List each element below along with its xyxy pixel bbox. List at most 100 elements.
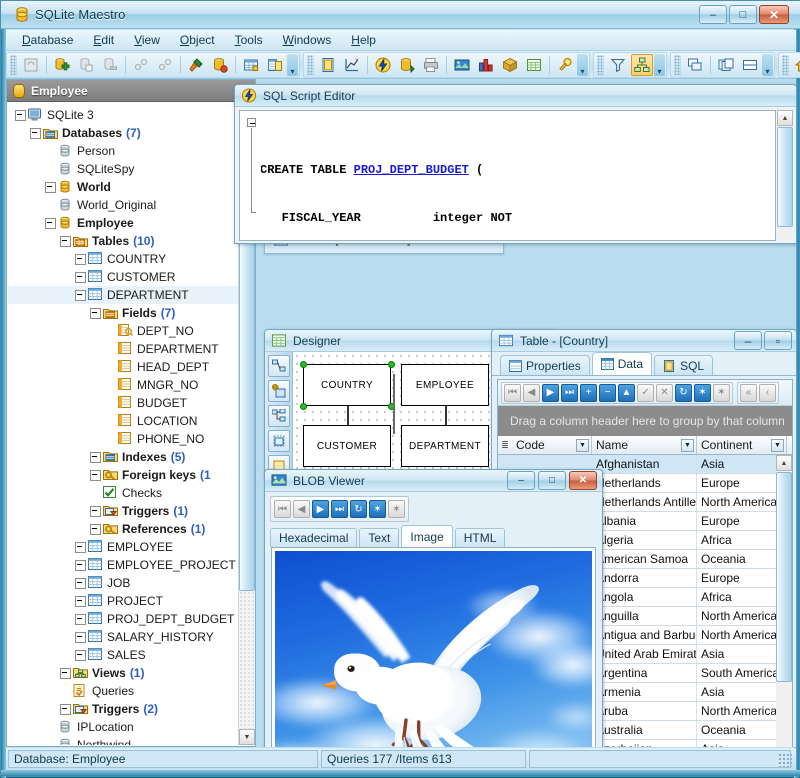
collapse-icon[interactable] (14, 109, 27, 122)
cell-name[interactable]: Azerbaijan (592, 740, 697, 747)
cell-continent[interactable]: Africa (697, 531, 787, 549)
tree-node-department[interactable]: DEPARTMENT (8, 286, 240, 304)
scroll-thumb[interactable] (776, 472, 792, 682)
tree-node-queries[interactable]: Queries (8, 682, 240, 700)
expand-icon[interactable] (44, 181, 57, 194)
tab-hexadecimal[interactable]: Hexadecimal (270, 528, 358, 547)
table-window-title-bar[interactable]: Table - [Country] – ▫ (492, 330, 796, 352)
toolbar-grip[interactable] (674, 54, 681, 75)
link-tool-icon[interactable] (267, 405, 290, 427)
tree-node-location[interactable]: LOCATION (8, 412, 240, 430)
cell-name[interactable]: Netherlands Antilles (592, 493, 697, 511)
tab-html[interactable]: HTML (454, 528, 506, 547)
grid-vertical-scrollbar[interactable]: ▲ ▼ (776, 455, 792, 747)
expand-icon[interactable] (89, 469, 102, 482)
tree-node-fields[interactable]: Fields (7) (8, 304, 240, 322)
column-filter-dropdown-icon[interactable]: ▼ (771, 439, 784, 452)
cell-name[interactable]: Afghanistan (592, 455, 697, 473)
insert-record-button[interactable]: + (580, 383, 597, 402)
column-header-name[interactable]: Name ▼ (592, 436, 697, 454)
data-import-icon[interactable] (396, 54, 418, 76)
print-icon[interactable] (420, 54, 442, 76)
security-manager-icon[interactable] (554, 54, 576, 76)
cell-continent[interactable]: South America (697, 664, 787, 682)
tree-node-proj-dept-budget[interactable]: PROJ_DEPT_BUDGET (8, 610, 240, 628)
expand-icon[interactable] (89, 451, 102, 464)
cell-name[interactable]: Andorra (592, 569, 697, 587)
cell-name[interactable]: Angola (592, 588, 697, 606)
tab-data[interactable]: Data (591, 352, 653, 375)
tree-node-iplocation[interactable]: IPLocation (8, 718, 240, 736)
sql-editor-title-bar[interactable]: SQL Script Editor (235, 85, 796, 107)
column-header-continent[interactable]: Continent ▼ (697, 436, 787, 454)
tree-node-triggers[interactable]: Triggers (2) (8, 700, 240, 718)
expand-icon[interactable] (74, 631, 87, 644)
disconnect-icon[interactable] (154, 54, 176, 76)
blob-viewer-window[interactable]: BLOB Viewer – □ ✕ ⏮ ◀ ▶ ⏭ ↻ ✶ ✶ Hexadecimal (264, 469, 603, 747)
diagram-box-country[interactable]: COUNTRY (303, 364, 391, 406)
cell-continent[interactable]: Europe (697, 512, 787, 530)
tab-properties[interactable]: Properties (500, 355, 590, 375)
reload-blob-button[interactable]: ↻ (350, 500, 367, 518)
group-by-box[interactable]: Drag a column header here to group by th… (498, 406, 792, 436)
tile-horizontal-icon[interactable] (739, 54, 761, 76)
cell-continent[interactable]: Asia (697, 645, 787, 663)
tile-windows-icon[interactable] (715, 54, 737, 76)
post-edit-button[interactable]: ✓ (637, 383, 654, 402)
menu-view[interactable]: View (124, 30, 170, 50)
cell-continent[interactable]: Asia (697, 455, 787, 473)
cell-continent[interactable]: Oceania (697, 550, 787, 568)
refresh-icon[interactable] (20, 54, 42, 76)
table-minimize-button[interactable]: – (734, 331, 762, 350)
cell-continent[interactable]: Europe (697, 474, 787, 492)
menu-help[interactable]: Help (341, 30, 386, 50)
cell-name[interactable]: Armenia (592, 683, 697, 701)
blob-minimize-button[interactable]: – (507, 471, 535, 490)
load-blob-button[interactable]: ✶ (369, 500, 386, 518)
expand-icon[interactable] (74, 253, 87, 266)
tree-node-project[interactable]: PROJECT (8, 592, 240, 610)
maximize-button[interactable]: □ (729, 5, 757, 24)
collapse-icon[interactable] (74, 289, 87, 302)
tree-node-sqlitespy[interactable]: SQLiteSpy (8, 160, 240, 178)
tree-node-head-dept[interactable]: HEAD_DEPT (8, 358, 240, 376)
scroll-up-arrow[interactable]: ▲ (776, 455, 792, 471)
menu-windows[interactable]: Windows (273, 30, 342, 50)
tree-node-world-original[interactable]: World_Original (8, 196, 240, 214)
toolbar-overflow-button[interactable]: ▾ (762, 53, 773, 76)
column-filter-dropdown-icon[interactable]: ▼ (576, 439, 589, 452)
cell-name[interactable]: Algeria (592, 531, 697, 549)
close-button[interactable]: ✕ (759, 5, 789, 24)
next-record-button[interactable]: ▶ (542, 383, 559, 402)
resize-handle-nw[interactable] (300, 361, 307, 368)
expand-icon[interactable] (74, 595, 87, 608)
cell-continent[interactable]: Asia (697, 740, 787, 747)
resize-grip[interactable] (778, 753, 792, 767)
tree-node-indexes[interactable]: Indexes (5) (8, 448, 240, 466)
resize-handle-sw[interactable] (300, 403, 307, 410)
toolbar-grip[interactable] (597, 54, 604, 75)
tree-node-mngr-no[interactable]: MNGR_NO (8, 376, 240, 394)
tree-node-world[interactable]: World (8, 178, 240, 196)
tree-node-triggers[interactable]: Triggers (1) (8, 502, 240, 520)
tab-text[interactable]: Text (359, 528, 400, 547)
first-record-button[interactable]: ⏮ (504, 383, 521, 402)
scroll-thumb[interactable] (777, 127, 793, 227)
sql-vertical-scrollbar[interactable]: ▲ (777, 110, 793, 241)
cell-continent[interactable]: Europe (697, 569, 787, 587)
first-blob-button[interactable]: ⏮ (274, 500, 291, 518)
table-maximize-button[interactable]: ▫ (764, 331, 792, 350)
blob-viewer-title-bar[interactable]: BLOB Viewer – □ ✕ (265, 470, 602, 492)
tree-node-employee[interactable]: EMPLOYEE (8, 538, 240, 556)
diagram-box-employee[interactable]: EMPLOYEE (401, 364, 489, 406)
cancel-edit-button[interactable]: ✕ (656, 383, 673, 402)
menu-edit[interactable]: Edit (83, 30, 124, 50)
cell-continent[interactable]: North America (697, 626, 787, 644)
next-blob-button[interactable]: ▶ (312, 500, 329, 518)
collapse-icon[interactable] (89, 307, 102, 320)
cascade-windows-icon[interactable] (684, 54, 706, 76)
add-table-tool-icon[interactable] (267, 380, 290, 402)
cell-continent[interactable]: North America (697, 493, 787, 511)
tree-node-employee[interactable]: Employee (8, 214, 240, 232)
save-blob-button[interactable]: ✶ (388, 500, 405, 518)
